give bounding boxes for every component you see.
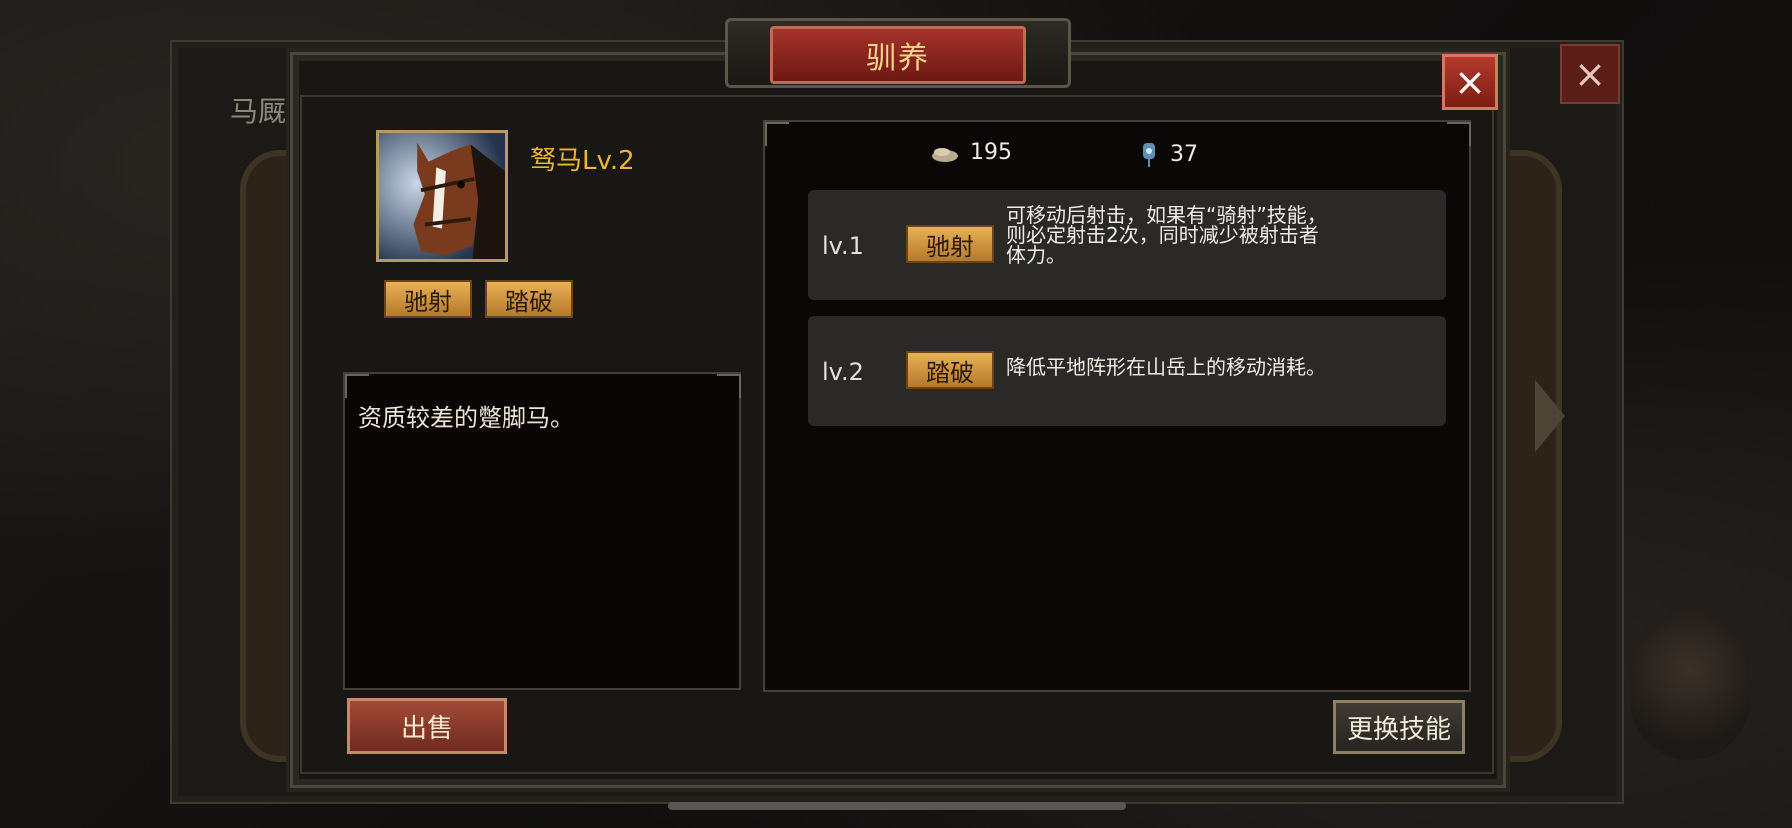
resource-fodder: 195	[930, 140, 1012, 165]
home-indicator[interactable]	[668, 802, 1126, 810]
lantern-count: 37	[1170, 141, 1198, 167]
skill-description: 可移动后射击，如果有“骑射”技能， 则必定射击2次，同时减少被射击者 体力。	[1006, 205, 1426, 265]
skill-desc-line: 则必定射击2次，同时减少被射击者	[1006, 223, 1319, 247]
corner-ornament	[717, 374, 741, 398]
horse-portrait	[376, 130, 508, 262]
dialog-title: 驯养	[770, 26, 1026, 84]
fodder-count: 195	[970, 140, 1012, 165]
horse-name: 驽马Lv.2	[530, 146, 635, 176]
sell-button[interactable]: 出售	[347, 698, 507, 754]
skill-desc-line: 降低平地阵形在山岳上的移动消耗。	[1006, 355, 1326, 379]
corner-ornament	[345, 374, 369, 398]
skill-desc-line: 可移动后射击，如果有“骑射”技能，	[1006, 203, 1327, 227]
skill-tag-2[interactable]: 踏破	[485, 280, 573, 318]
corner-ornament	[765, 122, 789, 146]
skill-tag-1[interactable]: 驰射	[384, 280, 472, 318]
skill-name-tag[interactable]: 踏破	[906, 351, 994, 389]
resource-lantern: 37	[1138, 140, 1198, 168]
skill-name-tag[interactable]: 驰射	[906, 225, 994, 263]
lantern-icon	[1143, 143, 1155, 167]
background-close-icon[interactable]: ×	[1560, 44, 1620, 104]
swap-skill-button[interactable]: 更换技能	[1333, 700, 1465, 754]
skill-desc-line: 体力。	[1006, 243, 1066, 267]
close-icon[interactable]: ×	[1442, 54, 1498, 110]
horse-icon	[379, 133, 505, 259]
advisor-portrait	[1630, 610, 1750, 760]
corner-ornament	[1447, 122, 1471, 146]
stable-tab[interactable]: 马厩	[230, 90, 286, 130]
skill-description: 降低平地阵形在山岳上的移动消耗。	[1006, 357, 1426, 377]
fodder-icon	[932, 147, 958, 162]
horse-description: 资质较差的蹩脚马。	[358, 404, 574, 432]
skill-level: lv.1	[822, 232, 864, 260]
skill-level: lv.2	[822, 358, 864, 386]
next-arrow-icon[interactable]	[1535, 380, 1565, 452]
